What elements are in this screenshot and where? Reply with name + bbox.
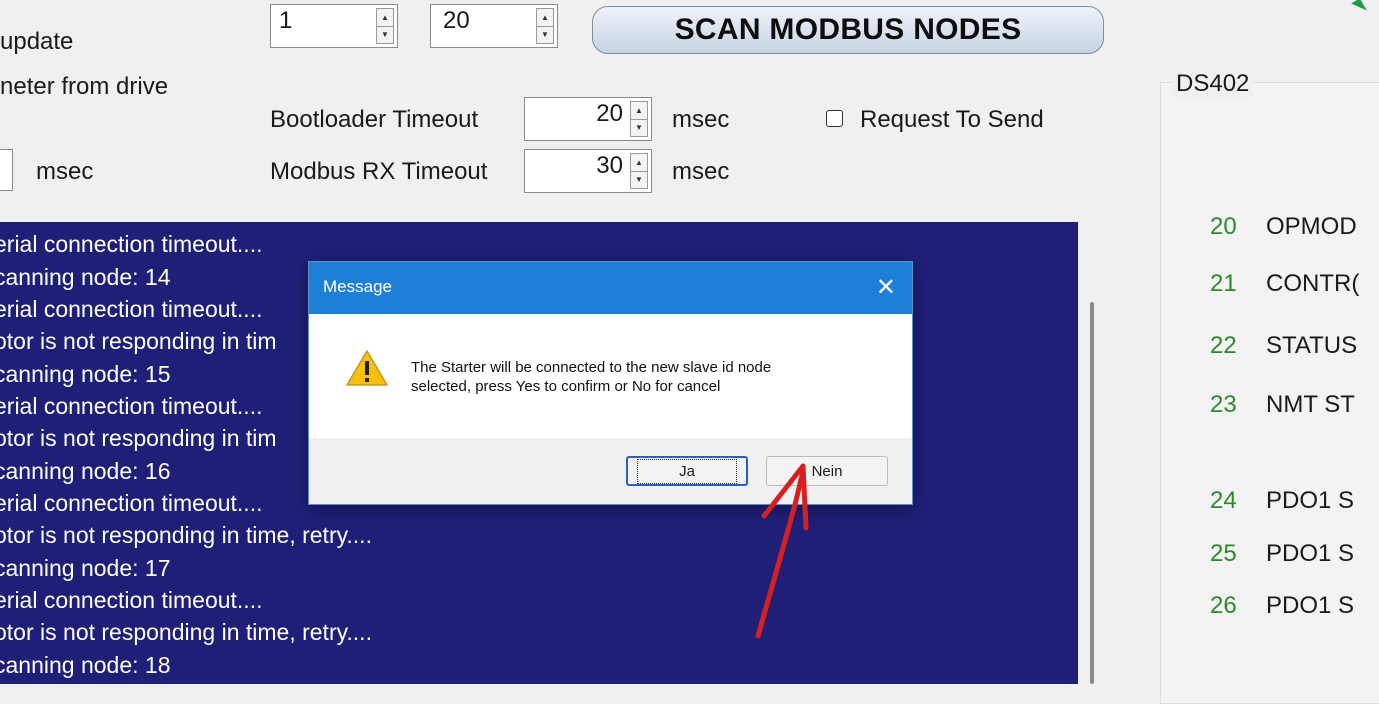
spin-up-icon[interactable]: ▲ xyxy=(631,102,647,120)
ds402-row: 26 PDO1 S xyxy=(1210,592,1354,620)
scrollbar-thumb[interactable] xyxy=(1090,302,1094,684)
log-line: erial connection timeout.... xyxy=(0,296,263,322)
interval-spinner[interactable] xyxy=(0,149,13,191)
ds402-row: 24 PDO1 S xyxy=(1210,487,1354,515)
ds402-row: 23 NMT ST xyxy=(1210,391,1355,419)
log-line: canning node: 17 xyxy=(0,555,171,581)
dialog-footer: Ja Nein xyxy=(309,438,912,504)
bootloader-timeout-label: Bootloader Timeout xyxy=(270,106,479,133)
bootloader-timeout-spinner[interactable]: 20 ▲ ▼ xyxy=(524,97,652,141)
row-number: 20 xyxy=(1210,213,1237,240)
spin-down-icon[interactable]: ▼ xyxy=(631,171,647,188)
row-number: 26 xyxy=(1210,592,1237,619)
modbus-rx-timeout-spinner[interactable]: 30 ▲ ▼ xyxy=(524,149,652,193)
yes-button[interactable]: Ja xyxy=(626,456,748,486)
modbus-rx-timeout-value: 30 xyxy=(596,152,623,179)
ds402-group-title: DS402 xyxy=(1172,70,1254,98)
log-line: otor is not responding in tim xyxy=(0,425,277,451)
log-line: canning node: 14 xyxy=(0,264,171,290)
dialog-message: The Starter will be connected to the new… xyxy=(411,358,891,396)
row-name: NMT ST xyxy=(1266,391,1355,418)
log-line: erial connection timeout.... xyxy=(0,231,263,257)
bootloader-unit-label: msec xyxy=(672,106,730,133)
spin-down-icon[interactable]: ▼ xyxy=(631,119,647,136)
end-node-spinner[interactable]: 20 ▲ ▼ xyxy=(430,4,558,48)
log-line: canning node: 16 xyxy=(0,458,171,484)
row-number: 21 xyxy=(1210,270,1237,297)
dialog-body: The Starter will be connected to the new… xyxy=(309,314,912,438)
row-name: PDO1 S xyxy=(1266,487,1355,514)
row-name: STATUS xyxy=(1266,332,1358,359)
request-to-send-label: Request To Send xyxy=(860,106,1044,133)
log-line: erial connection timeout.... xyxy=(0,393,263,419)
interval-unit-label: msec xyxy=(36,158,94,185)
row-number: 24 xyxy=(1210,487,1237,514)
ds402-row: 22 STATUS xyxy=(1210,332,1357,360)
status-corner-icon xyxy=(1351,0,1367,16)
dialog-message-line: selected, press Yes to confirm or No for… xyxy=(411,378,721,395)
row-name: OPMOD xyxy=(1266,213,1357,240)
spin-down-icon[interactable]: ▼ xyxy=(377,26,393,43)
ds402-row: 21 CONTR( xyxy=(1210,270,1359,298)
log-line: canning node: 18 xyxy=(0,652,171,678)
log-line: erial connection timeout.... xyxy=(0,587,263,613)
log-line: otor is not responding in time, retry...… xyxy=(0,619,372,645)
row-number: 25 xyxy=(1210,540,1237,567)
ds402-row: 20 OPMOD xyxy=(1210,213,1357,241)
row-number: 22 xyxy=(1210,332,1237,359)
no-button[interactable]: Nein xyxy=(766,456,888,486)
dialog-message-line: The Starter will be connected to the new… xyxy=(411,359,772,376)
close-icon[interactable]: ✕ xyxy=(876,273,896,302)
spin-up-icon[interactable]: ▲ xyxy=(631,154,647,172)
start-node-spinner[interactable]: 1 ▲ ▼ xyxy=(270,4,398,48)
spin-up-icon[interactable]: ▲ xyxy=(377,9,393,27)
spin-up-icon[interactable]: ▲ xyxy=(537,9,553,27)
end-node-value: 20 xyxy=(443,7,470,34)
log-scrollbar[interactable] xyxy=(1078,222,1106,684)
log-line: canning node: 15 xyxy=(0,361,171,387)
spin-down-icon[interactable]: ▼ xyxy=(537,26,553,43)
log-line: otor is not responding in tim xyxy=(0,328,277,354)
ds402-row: 25 PDO1 S xyxy=(1210,540,1354,568)
row-name: PDO1 S xyxy=(1266,540,1355,567)
no-button-label: Nein xyxy=(811,462,843,480)
start-node-value: 1 xyxy=(279,7,293,34)
row-number: 23 xyxy=(1210,391,1237,418)
auto-update-label: update xyxy=(0,28,74,55)
modbus-rx-timeout-label: Modbus RX Timeout xyxy=(270,158,488,185)
row-name: PDO1 S xyxy=(1266,592,1355,619)
yes-button-label: Ja xyxy=(637,458,737,484)
parameter-from-drive-label: neter from drive xyxy=(0,73,169,100)
warning-icon xyxy=(346,350,388,386)
scan-modbus-nodes-button[interactable]: SCAN MODBUS NODES xyxy=(592,6,1104,54)
bootloader-timeout-value: 20 xyxy=(596,100,623,127)
log-line: erial connection timeout.... xyxy=(0,490,263,516)
dialog-title: Message xyxy=(323,277,392,296)
message-dialog: Message ✕ The Starter will be connected … xyxy=(308,261,913,505)
row-name: CONTR( xyxy=(1266,270,1360,297)
dialog-title-bar[interactable]: Message ✕ xyxy=(309,262,912,314)
log-line: otor is not responding in time, retry...… xyxy=(0,522,372,548)
modbus-rx-unit-label: msec xyxy=(672,158,730,185)
request-to-send-checkbox[interactable] xyxy=(826,110,843,127)
